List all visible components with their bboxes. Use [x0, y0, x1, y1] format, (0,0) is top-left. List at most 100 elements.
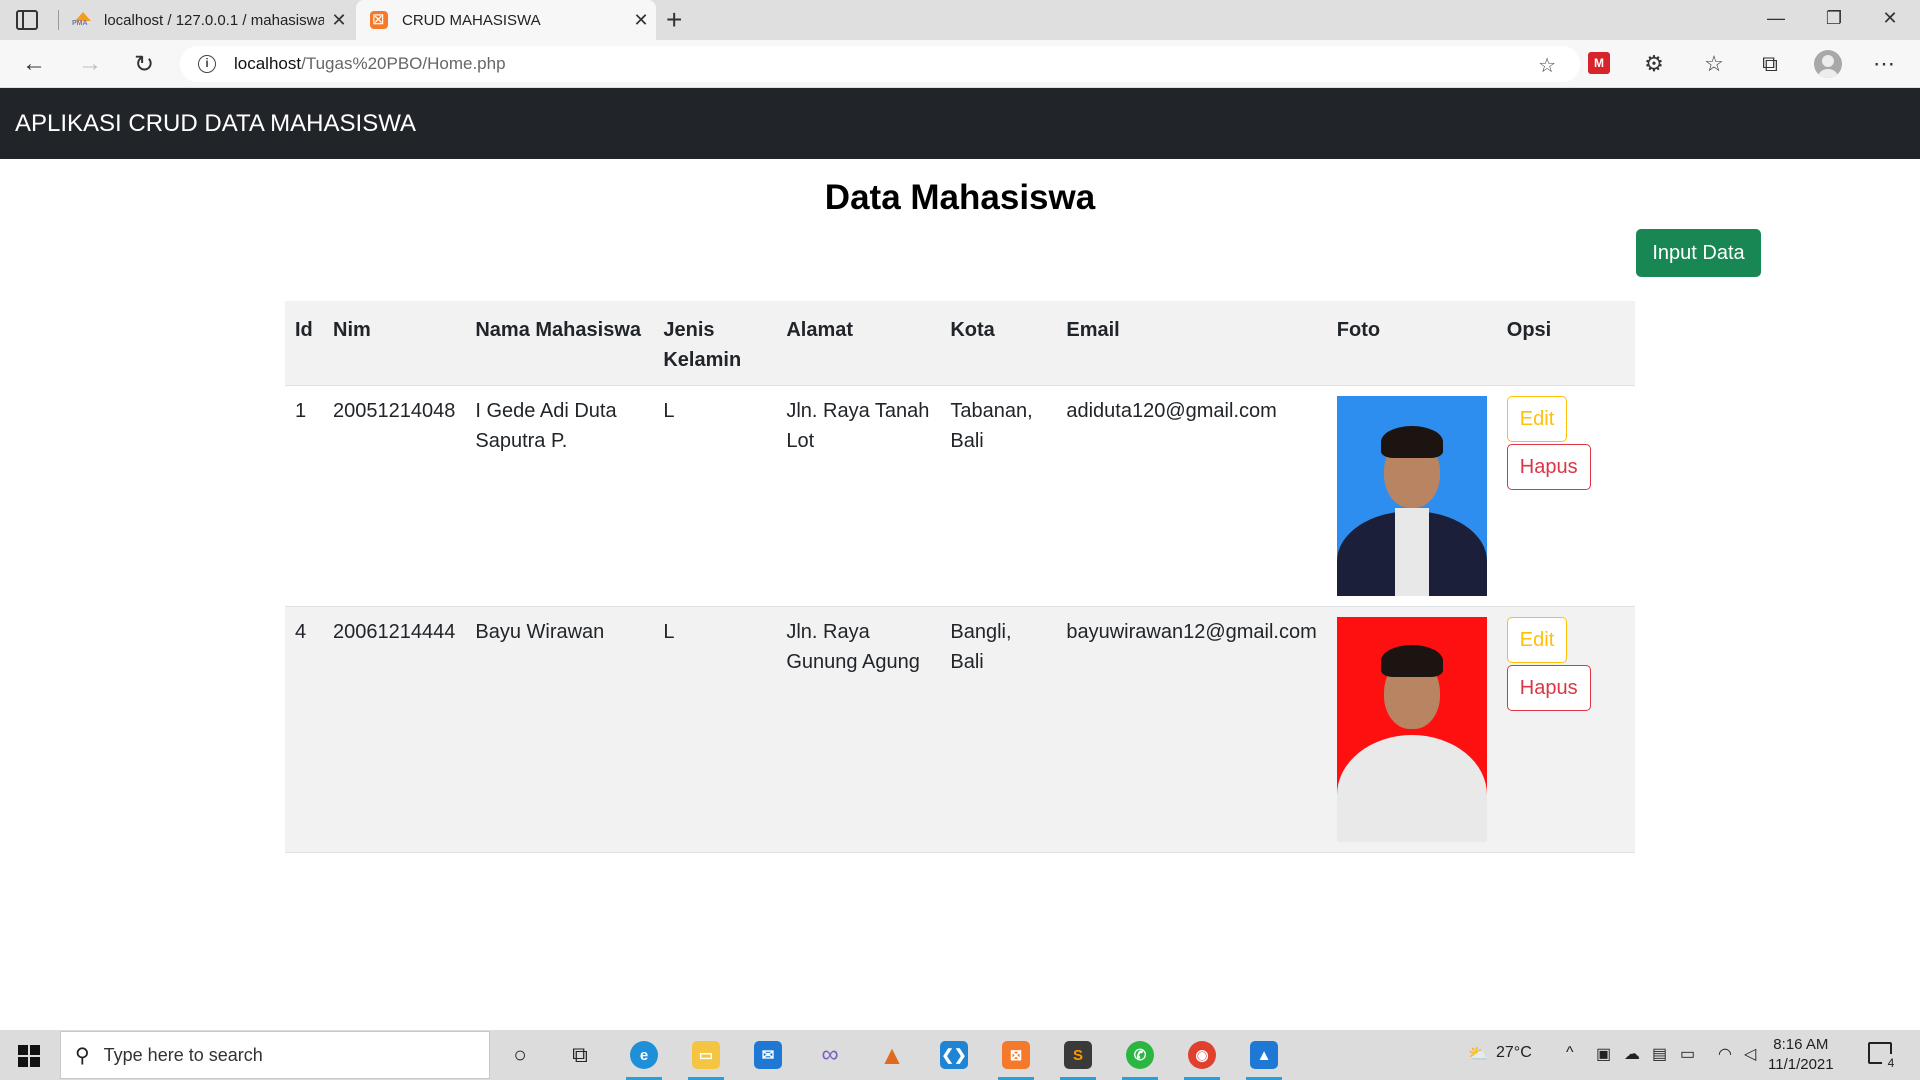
add-favorite-icon[interactable]: ☆ [1538, 53, 1556, 78]
tab-crud-mahasiswa[interactable]: CRUD MAHASISWA ✕ [356, 0, 656, 40]
navbar-brand[interactable]: APLIKASI CRUD DATA MAHASISWA [15, 110, 416, 138]
table-row: 4 20061214444 Bayu Wirawan L Jln. Raya G… [285, 606, 1635, 853]
photo-shirt [1394, 508, 1429, 596]
tray-chevron-icon[interactable]: ^ [1566, 1044, 1574, 1062]
cell-alamat: Jln. Raya Tanah Lot [776, 385, 941, 607]
new-tab-icon[interactable]: + [666, 4, 682, 36]
info-icon[interactable]: i [198, 55, 216, 73]
table-row: 1 20051214048 I Gede Adi Duta Saputra P.… [285, 385, 1635, 607]
search-placeholder: Type here to search [103, 1044, 263, 1065]
favorites-icon[interactable]: ☆ [1698, 51, 1730, 77]
windows-taskbar: ⚲ Type here to search ○ ⧉ e ▭ ✉ ∞ ▲ ❮❯ ⊠… [0, 1030, 1920, 1080]
photo-hair [1380, 645, 1443, 677]
cell-kota: Bangli, Bali [940, 606, 1057, 853]
task-view-icon[interactable]: ⧉ [560, 1038, 600, 1072]
hapus-button[interactable]: Hapus [1506, 444, 1591, 490]
taskbar-clock[interactable]: 8:16 AM 11/1/2021 [1768, 1035, 1834, 1075]
edit-button[interactable]: Edit [1506, 617, 1568, 663]
meet-now-icon[interactable]: ▣ [1596, 1044, 1611, 1064]
header-kota: Kota [940, 301, 1057, 386]
tab-title: CRUD MAHASISWA [402, 11, 541, 29]
header-alamat: Alamat [776, 301, 941, 386]
photo-hair [1380, 426, 1443, 458]
page-title: Data Mahasiswa [824, 178, 1096, 217]
forward-icon[interactable]: → [74, 50, 106, 78]
weather-temp[interactable]: 27°C [1496, 1044, 1532, 1062]
collections-icon[interactable]: ⧉ [1754, 51, 1786, 77]
header-email: Email [1056, 301, 1327, 386]
windows-start-icon[interactable] [18, 1045, 40, 1067]
close-icon[interactable]: ✕ [626, 10, 656, 31]
student-photo [1336, 396, 1487, 596]
xampp-taskbar-icon[interactable]: ⊠ [996, 1038, 1036, 1080]
tab-title: localhost / 127.0.0.1 / mahasiswa [104, 11, 324, 29]
cell-opsi: Edit Hapus [1496, 606, 1635, 853]
cell-email: adiduta120@gmail.com [1056, 385, 1327, 607]
cortana-icon[interactable]: ○ [500, 1038, 540, 1072]
mahasiswa-table: Id Nim Nama Mahasiswa Jenis Kelamin Alam… [285, 301, 1635, 853]
extensions-icon[interactable]: ⚙ [1638, 51, 1670, 77]
header-foto: Foto [1326, 301, 1497, 386]
cell-jenis-kelamin: L [653, 606, 777, 853]
network-camera-icon[interactable]: ▤ [1652, 1044, 1667, 1064]
extension-red-icon[interactable]: M [1588, 52, 1610, 74]
hapus-button[interactable]: Hapus [1506, 665, 1591, 711]
window-close-icon[interactable]: ✕ [1870, 8, 1910, 29]
address-toolbar: ← → ↻ i localhost/Tugas%20PBO/Home.php ☆… [0, 40, 1920, 88]
header-jenis-kelamin: Jenis Kelamin [653, 301, 777, 386]
cell-email: bayuwirawan12@gmail.com [1056, 606, 1327, 853]
weather-icon[interactable]: ⛅ [1468, 1044, 1488, 1064]
back-icon[interactable]: ← [18, 50, 50, 78]
close-icon[interactable]: ✕ [324, 10, 354, 31]
battery-icon[interactable]: ▭ [1680, 1044, 1695, 1064]
matlab-icon[interactable]: ▲ [872, 1038, 912, 1072]
student-photo [1336, 617, 1487, 842]
cell-kota: Tabanan, Bali [940, 385, 1057, 607]
whatsapp-icon[interactable]: ✆ [1120, 1038, 1160, 1080]
visual-studio-icon[interactable]: ∞ [810, 1038, 850, 1072]
cell-id: 1 [285, 385, 323, 607]
mail-icon[interactable]: ✉ [748, 1038, 788, 1072]
onedrive-icon[interactable]: ☁ [1624, 1044, 1640, 1064]
header-id: Id [285, 301, 323, 386]
clock-date: 11/1/2021 [1768, 1056, 1834, 1073]
header-nim: Nim [323, 301, 466, 386]
restore-icon[interactable]: ❐ [1814, 8, 1854, 29]
taskbar-search-input[interactable]: ⚲ Type here to search [60, 1031, 490, 1079]
tab-separator [58, 10, 59, 30]
cell-opsi: Edit Hapus [1496, 385, 1635, 607]
header-nama: Nama Mahasiswa [465, 301, 654, 386]
file-explorer-icon[interactable]: ▭ [686, 1038, 726, 1080]
wifi-icon[interactable]: ◠ [1718, 1044, 1732, 1064]
phpmyadmin-icon [72, 12, 94, 28]
volume-icon[interactable]: ◁ [1744, 1044, 1756, 1064]
photos-icon[interactable]: ▲ [1244, 1038, 1284, 1080]
chrome-icon[interactable]: ◉ [1182, 1038, 1222, 1080]
browser-tab-strip: localhost / 127.0.0.1 / mahasiswa ✕ CRUD… [0, 0, 1920, 40]
cell-id: 4 [285, 606, 323, 853]
cell-foto [1326, 606, 1497, 853]
tab-actions-icon[interactable] [16, 10, 38, 30]
search-icon: ⚲ [75, 1044, 90, 1067]
edge-icon[interactable]: e [624, 1038, 664, 1080]
vscode-icon[interactable]: ❮❯ [934, 1038, 974, 1072]
page-navbar: APLIKASI CRUD DATA MAHASISWA [0, 88, 1920, 159]
more-menu-icon[interactable]: ⋯ [1868, 51, 1900, 77]
edit-button[interactable]: Edit [1506, 396, 1568, 442]
cell-nim: 20061214444 [323, 606, 466, 853]
header-opsi: Opsi [1496, 301, 1635, 386]
tab-phpmyadmin[interactable]: localhost / 127.0.0.1 / mahasiswa ✕ [62, 0, 354, 40]
input-data-button[interactable]: Input Data [1636, 229, 1761, 277]
notification-count: 4 [1882, 1054, 1900, 1072]
profile-avatar[interactable] [1814, 50, 1842, 78]
minimize-icon[interactable]: — [1756, 8, 1796, 29]
cell-nama: Bayu Wirawan [465, 606, 654, 853]
table-header-row: Id Nim Nama Mahasiswa Jenis Kelamin Alam… [285, 301, 1635, 386]
url-host: localhost [234, 54, 302, 73]
refresh-icon[interactable]: ↻ [128, 50, 160, 79]
url-path: /Tugas%20PBO/Home.php [301, 54, 506, 73]
cell-nama: I Gede Adi Duta Saputra P. [465, 385, 654, 607]
sublime-icon[interactable]: S [1058, 1038, 1098, 1080]
xampp-icon [370, 10, 388, 29]
url-field[interactable]: i localhost/Tugas%20PBO/Home.php ☆ [180, 46, 1580, 82]
